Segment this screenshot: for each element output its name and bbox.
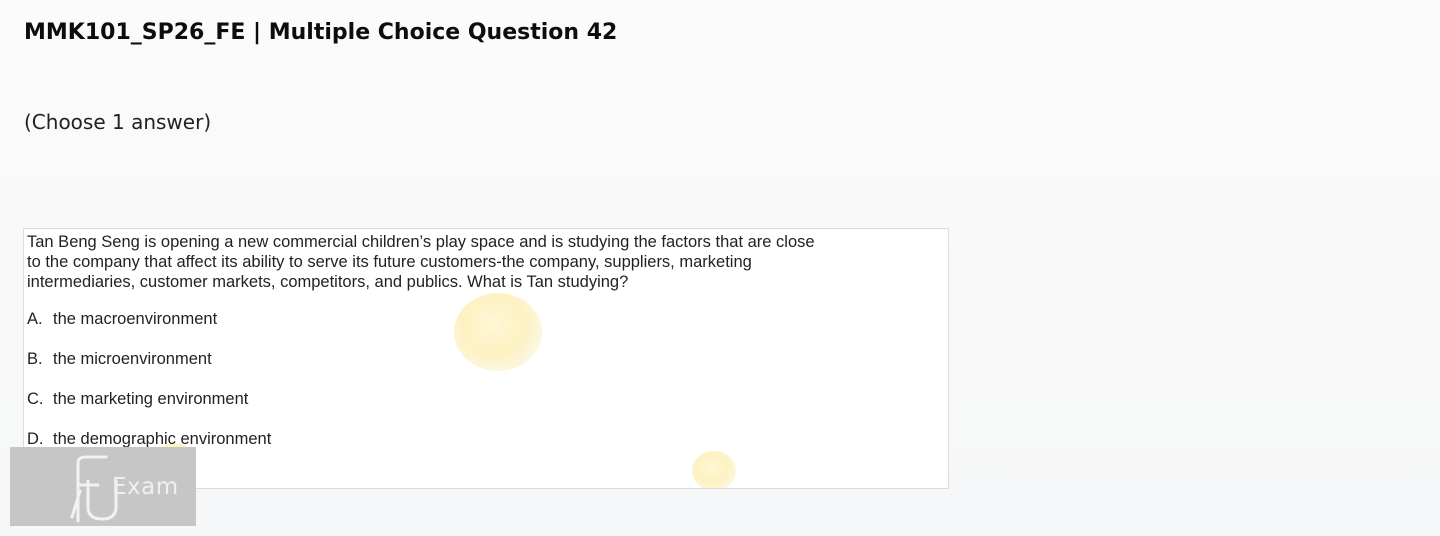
question-stem-line: Tan Beng Seng is opening a new commercia… bbox=[27, 233, 815, 251]
option-letter: B. bbox=[27, 350, 43, 368]
option-text: the demographic environment bbox=[53, 430, 272, 448]
watermark-emoji-icon bbox=[454, 293, 542, 371]
answer-instruction: (Choose 1 answer) bbox=[24, 110, 212, 134]
option-b: B. the microenvironment bbox=[27, 349, 271, 369]
option-letter: C. bbox=[27, 390, 44, 408]
question-stem-line: intermediaries, customer markets, compet… bbox=[27, 273, 629, 291]
logo-text: Exam bbox=[112, 474, 179, 500]
option-letter: A. bbox=[27, 310, 43, 328]
fu-exam-logo: Exam bbox=[10, 447, 196, 526]
option-letter: D. bbox=[27, 430, 44, 448]
question-stem-line: to the company that affect its ability t… bbox=[27, 253, 752, 271]
option-text: the marketing environment bbox=[53, 390, 249, 408]
watermark-emoji-icon bbox=[692, 451, 736, 488]
option-c: C. the marketing environment bbox=[27, 389, 271, 409]
option-a: A. the macroenvironment bbox=[27, 309, 271, 329]
page-title: MMK101_SP26_FE | Multiple Choice Questio… bbox=[24, 20, 618, 45]
option-d: D. the demographic environment bbox=[27, 429, 271, 449]
answer-options: A. the macroenvironment B. the microenvi… bbox=[27, 309, 271, 469]
option-text: the macroenvironment bbox=[53, 310, 218, 328]
option-text: the microenvironment bbox=[53, 350, 212, 368]
question-stem: Tan Beng Seng is opening a new commercia… bbox=[27, 232, 897, 292]
